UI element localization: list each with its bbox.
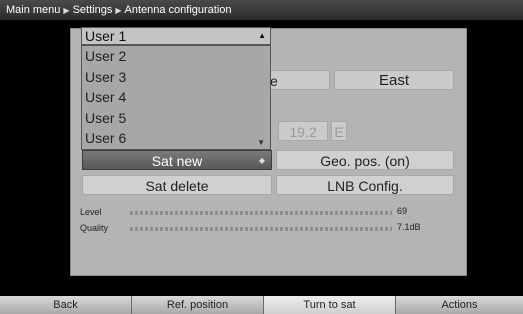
- orbital-position-field[interactable]: 19.2: [278, 121, 328, 141]
- tab-actions-label: Actions: [441, 299, 478, 311]
- dropdown-option[interactable]: User 5: [82, 108, 270, 129]
- sat-new-label: Sat new: [151, 153, 203, 169]
- dropdown-option[interactable]: User 4: [82, 87, 270, 108]
- quality-label: Quality: [80, 223, 109, 233]
- breadcrumb-settings[interactable]: Settings: [73, 4, 113, 16]
- level-meter: [130, 211, 392, 215]
- sat-delete-button[interactable]: Sat delete: [82, 175, 272, 195]
- orbital-position-value: 19.2: [289, 124, 317, 140]
- level-label: Level: [80, 207, 102, 217]
- tab-actions[interactable]: Actions: [396, 296, 523, 314]
- orbital-direction-value: E: [334, 124, 344, 140]
- user-select-value: User 1: [85, 28, 127, 44]
- quality-meter: [130, 227, 392, 231]
- level-value: 69: [397, 206, 408, 216]
- direction-east-cell[interactable]: East: [334, 70, 454, 90]
- tab-turn-to-sat[interactable]: Turn to sat: [264, 296, 396, 314]
- geo-pos-label: Geo. pos. (on): [320, 153, 410, 169]
- geo-pos-button[interactable]: Geo. pos. (on): [276, 150, 454, 170]
- dropdown-option[interactable]: User 2: [82, 46, 270, 67]
- east-label: East: [378, 72, 409, 89]
- caret-up-icon: ▲: [258, 31, 266, 40]
- tab-ref-position-label: Ref. position: [166, 299, 229, 311]
- arrow-icon: ◆: [258, 156, 265, 165]
- orbital-direction-field[interactable]: E: [331, 121, 347, 141]
- user-select[interactable]: User 1 ▲: [81, 27, 271, 45]
- sat-delete-label: Sat delete: [145, 178, 209, 194]
- quality-value: 7.1dB: [397, 222, 421, 232]
- sat-new-button[interactable]: Sat new ◆: [82, 150, 272, 170]
- lnb-config-label: LNB Config.: [327, 178, 403, 194]
- tab-turn-to-sat-label: Turn to sat: [303, 299, 356, 311]
- chevron-right-icon: ▶: [63, 6, 70, 15]
- breadcrumb-antenna-configuration: Antenna configuration: [124, 4, 232, 16]
- lnb-config-button[interactable]: LNB Config.: [276, 175, 454, 195]
- dropdown-option[interactable]: User 6: [82, 128, 270, 149]
- caret-down-icon[interactable]: ▼: [257, 138, 265, 147]
- user-dropdown-list: User 2 User 3 User 4 User 5 User 6 ▼: [81, 45, 271, 150]
- tab-ref-position[interactable]: Ref. position: [132, 296, 264, 314]
- tab-back[interactable]: Back: [0, 296, 132, 314]
- chevron-right-icon: ▶: [115, 6, 122, 15]
- tab-back-label: Back: [53, 299, 78, 311]
- breadcrumb: Main menu ▶ Settings ▶ Antenna configuration: [0, 0, 523, 20]
- dropdown-option[interactable]: User 3: [82, 67, 270, 88]
- breadcrumb-main-menu[interactable]: Main menu: [6, 4, 60, 16]
